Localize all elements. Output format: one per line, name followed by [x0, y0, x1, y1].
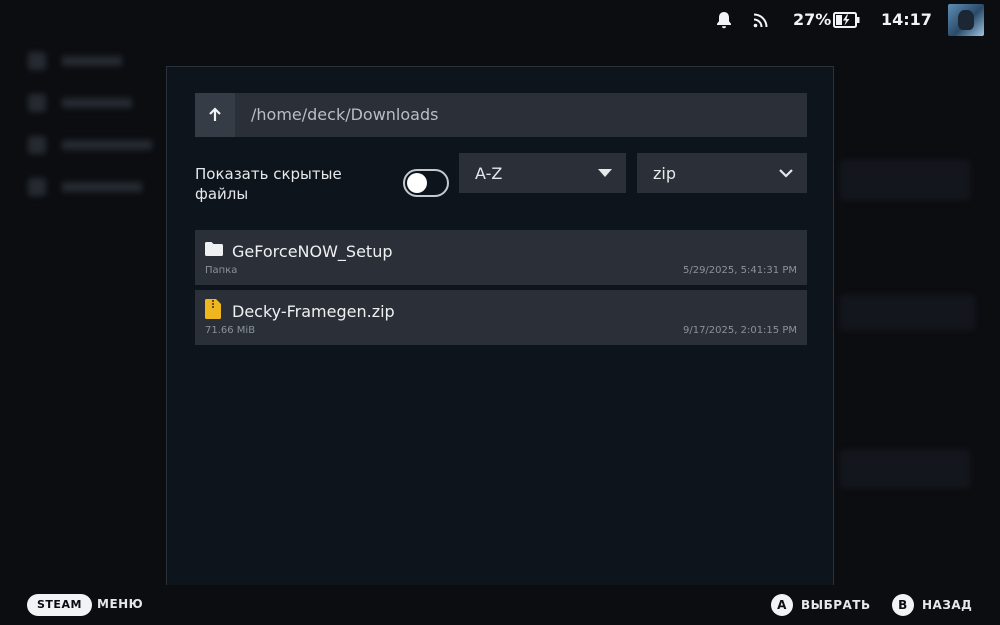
show-hidden-toggle[interactable]	[403, 169, 449, 197]
back-hint[interactable]: B НАЗАД	[892, 594, 972, 616]
bg-menu-item	[28, 94, 132, 112]
file-name: GeForceNOW_Setup	[232, 242, 393, 261]
file-date: 9/17/2025, 2:01:15 PM	[682, 325, 797, 336]
file-name: Decky-Framegen.zip	[232, 302, 395, 321]
bg-menu-item	[28, 52, 122, 70]
select-hint[interactable]: A ВЫБРАТЬ	[771, 594, 871, 616]
file-row[interactable]: Decky-Framegen.zip 71.66 MiB 9/17/2025, …	[195, 290, 807, 345]
notification-bell-icon[interactable]	[716, 11, 732, 33]
file-row[interactable]: GeForceNOW_Setup Папка 5/29/2025, 5:41:3…	[195, 230, 807, 285]
signal-icon	[753, 12, 769, 32]
steam-button[interactable]: STEAM	[27, 594, 92, 616]
arrow-up-icon	[209, 107, 221, 121]
caret-down-icon	[598, 169, 612, 177]
file-date: 5/29/2025, 5:41:31 PM	[682, 265, 797, 276]
parent-directory-button[interactable]	[195, 93, 235, 137]
folder-icon	[205, 241, 223, 260]
battery-charging-icon	[833, 12, 861, 32]
path-bar	[195, 92, 807, 138]
file-meta: Папка	[205, 265, 238, 276]
battery-percent: 27%	[793, 10, 832, 29]
chevron-down-icon	[779, 168, 793, 178]
toggle-knob	[407, 173, 427, 193]
filter-dropdown[interactable]: zip	[637, 153, 807, 193]
sort-dropdown[interactable]: A-Z	[459, 153, 626, 193]
file-list: GeForceNOW_Setup Папка 5/29/2025, 5:41:3…	[195, 230, 807, 350]
path-input[interactable]	[235, 92, 807, 138]
menu-label: МЕНЮ	[97, 597, 144, 611]
bottom-bar: STEAM МЕНЮ A ВЫБРАТЬ B НАЗАД	[0, 585, 1000, 625]
bg-panel	[840, 450, 970, 488]
file-picker-dialog: Показать скрытые файлы A-Z zip GeForceNO…	[166, 66, 834, 586]
bg-panel	[840, 160, 970, 200]
clock: 14:17	[881, 10, 932, 29]
controls-row: Показать скрытые файлы A-Z zip	[195, 153, 807, 207]
status-bar: 27% 14:17	[0, 0, 1000, 40]
back-label: НАЗАД	[922, 598, 973, 612]
bg-menu-item	[28, 136, 152, 154]
file-meta: 71.66 MiB	[205, 325, 256, 336]
bg-panel	[840, 295, 975, 330]
show-hidden-label: Показать скрытые файлы	[195, 165, 342, 203]
filter-value: zip	[653, 163, 676, 183]
user-avatar[interactable]	[948, 4, 984, 36]
zip-file-icon	[205, 299, 221, 323]
bg-menu-item	[28, 178, 142, 196]
select-label: ВЫБРАТЬ	[801, 598, 871, 612]
sort-value: A-Z	[475, 163, 503, 183]
a-button-icon: A	[771, 594, 793, 616]
b-button-icon: B	[892, 594, 914, 616]
